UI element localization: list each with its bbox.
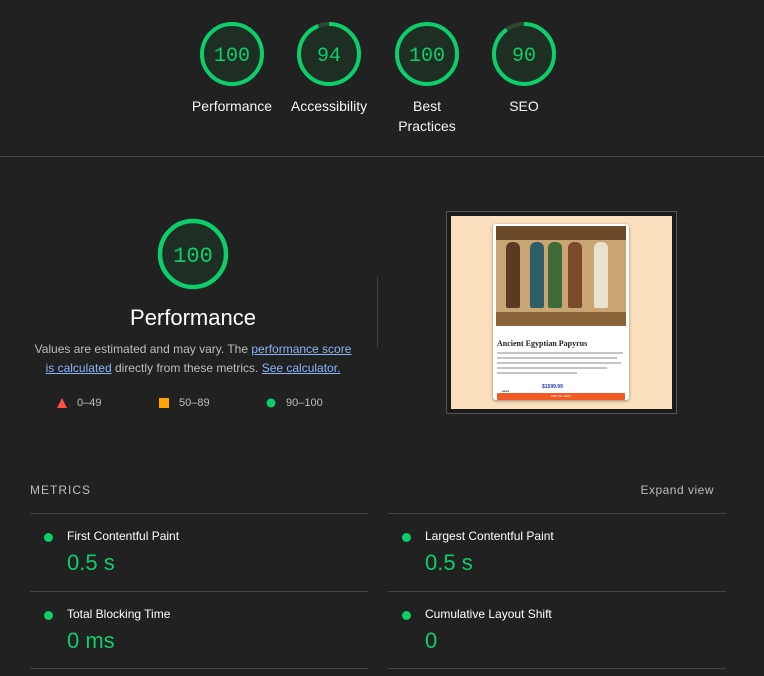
gauge-performance[interactable]: 100 Performance <box>182 20 282 116</box>
legend-pass: 90–100 <box>266 397 323 409</box>
metric-title: Cumulative Layout Shift <box>425 607 552 621</box>
gauge-ring: 94 <box>297 22 361 86</box>
performance-score: 100 <box>173 244 213 269</box>
desc-text: Values are estimated and may vary. The <box>34 342 252 356</box>
gauge-label: Best Practices <box>398 98 456 134</box>
product-price: $1599.99 <box>542 384 563 390</box>
metric-title: Largest Contentful Paint <box>425 529 554 543</box>
performance-description: Values are estimated and may vary. The p… <box>30 340 356 378</box>
legend-average: 50–89 <box>159 397 210 409</box>
performance-gauge-large: 100 <box>100 216 286 292</box>
metric-tbt: Total Blocking Time 0 ms <box>30 591 368 669</box>
metric-cls: Cumulative Layout Shift 0 <box>388 591 726 669</box>
score-summary: 100 Performance 94 Accessibility 100 Bes… <box>0 0 764 157</box>
score-legend: 0–49 50–89 90–100 <box>57 397 347 415</box>
legend-range: 0–49 <box>77 397 102 409</box>
gauge-score: 100 <box>409 45 445 68</box>
metric-value: 0 ms <box>67 628 115 653</box>
gauge-accessibility[interactable]: 94 Accessibility <box>279 20 379 116</box>
pass-dot-icon <box>402 533 411 542</box>
performance-title: Performance <box>130 305 256 330</box>
metric-title: First Contentful Paint <box>67 529 180 543</box>
gauge-ring: 100 <box>395 22 459 86</box>
legend-range: 50–89 <box>179 397 210 409</box>
metric-value: 0.5 s <box>425 550 473 575</box>
gauge-label: Performance <box>191 98 273 114</box>
gauge-ring: 100 <box>157 218 229 290</box>
pass-dot-icon <box>44 611 53 620</box>
gauge-label: SEO <box>509 98 539 114</box>
metric-lcp: Largest Contentful Paint 0.5 s <box>388 513 726 591</box>
triangle-icon <box>57 398 67 408</box>
product-title: Ancient Egyptian Papyrus <box>497 339 588 348</box>
product-image <box>496 226 626 326</box>
metrics-divider <box>30 668 368 669</box>
gauge-best-practices[interactable]: 100 Best Practices <box>377 20 477 136</box>
gauge-ring: 90 <box>492 22 556 86</box>
see-calculator-link[interactable]: See calculator. <box>262 361 341 375</box>
legend-range: 90–100 <box>286 397 323 409</box>
metric-fcp: First Contentful Paint 0.5 s <box>30 513 368 591</box>
gauge-score: 94 <box>317 45 341 68</box>
metrics-divider <box>388 668 726 669</box>
pass-dot-icon <box>402 611 411 620</box>
expand-view-toggle[interactable]: Expand view <box>640 483 714 497</box>
pass-dot-icon <box>44 533 53 542</box>
gauge-seo[interactable]: 90 SEO <box>474 20 574 116</box>
gauge-ring: 100 <box>200 22 264 86</box>
gauge-score: 90 <box>512 45 536 68</box>
screenshot-viewport: Ancient Egyptian Papyrus ■■■■ $1599.99 A… <box>451 216 672 409</box>
desc-text: directly from these metrics. <box>111 361 262 375</box>
square-icon <box>159 398 169 408</box>
section-divider <box>377 277 378 347</box>
product-card: Ancient Egyptian Papyrus ■■■■ $1599.99 A… <box>493 224 629 400</box>
final-screenshot[interactable]: Ancient Egyptian Papyrus ■■■■ $1599.99 A… <box>446 211 677 414</box>
add-to-cart-button: ADD TO CART <box>497 393 625 400</box>
gauge-label: Accessibility <box>290 98 368 114</box>
metric-value: 0 <box>425 628 438 653</box>
metric-title: Total Blocking Time <box>67 607 171 621</box>
metrics-header: METRICS <box>30 483 91 497</box>
legend-fail: 0–49 <box>57 397 101 409</box>
metric-value: 0.5 s <box>67 550 115 575</box>
gauge-score: 100 <box>214 45 250 68</box>
circle-icon <box>266 398 276 408</box>
